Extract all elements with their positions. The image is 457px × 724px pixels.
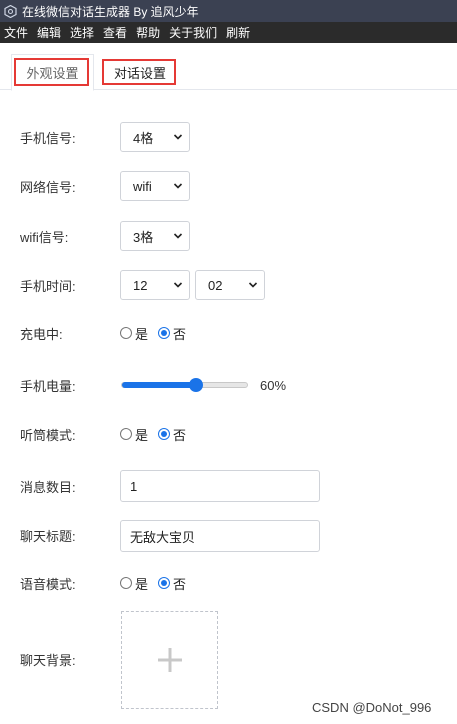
tab-appearance[interactable]: 外观设置 bbox=[11, 54, 94, 91]
battery-label: 手机电量: bbox=[20, 378, 76, 394]
charging-no-label: 否 bbox=[173, 326, 187, 342]
charging-yes-option[interactable]: 是 bbox=[120, 324, 148, 343]
voice-no-label: 否 bbox=[173, 576, 187, 592]
wifi-signal-select[interactable]: 3格 bbox=[120, 221, 190, 251]
charging-radio-group: 是 否 bbox=[120, 324, 196, 343]
row-chat-background: 聊天背景: bbox=[0, 644, 457, 674]
menu-help[interactable]: 帮助 bbox=[136, 24, 160, 41]
radio-unchecked[interactable] bbox=[120, 428, 132, 440]
radio-checked[interactable] bbox=[158, 327, 171, 339]
menu-refresh[interactable]: 刷新 bbox=[226, 24, 250, 41]
row-network-signal: 网络信号: wifi bbox=[0, 171, 457, 201]
earpiece-no-option[interactable]: 否 bbox=[158, 425, 186, 444]
row-voice-mode: 语音模式: 是 否 bbox=[0, 568, 457, 598]
row-phone-signal: 手机信号: 4格 bbox=[0, 122, 457, 152]
chevron-down-icon bbox=[173, 183, 183, 189]
voice-yes-label: 是 bbox=[135, 576, 149, 592]
charging-no-option[interactable]: 否 bbox=[158, 324, 186, 343]
watermark: CSDN @DoNot_996 bbox=[312, 700, 432, 715]
wifi-signal-value: 3格 bbox=[133, 229, 154, 245]
network-signal-select[interactable]: wifi bbox=[120, 171, 190, 201]
settings-tabs: 外观设置 对话设置 bbox=[0, 54, 457, 91]
app-logo-icon bbox=[4, 4, 17, 18]
menu-file[interactable]: 文件 bbox=[4, 24, 28, 41]
row-battery: 手机电量: 60% bbox=[0, 370, 457, 400]
chat-title-value: 无敌大宝贝 bbox=[130, 529, 196, 545]
charging-yes-label: 是 bbox=[135, 326, 149, 342]
title-bar: 在线微信对话生成器 By 追风少年 bbox=[0, 0, 457, 22]
earpiece-yes-label: 是 bbox=[135, 427, 149, 443]
row-message-count: 消息数目: 1 bbox=[0, 470, 457, 502]
chevron-down-icon bbox=[173, 282, 183, 288]
wifi-signal-label: wifi信号: bbox=[20, 229, 69, 245]
row-phone-time: 手机时间: 12 02 bbox=[0, 270, 457, 300]
phone-signal-label: 手机信号: bbox=[20, 130, 76, 146]
radio-unchecked[interactable] bbox=[120, 327, 132, 339]
radio-unchecked[interactable] bbox=[120, 577, 132, 589]
chat-title-label: 聊天标题: bbox=[20, 528, 76, 544]
row-charging: 充电中: 是 否 bbox=[0, 318, 457, 348]
chevron-down-icon bbox=[173, 233, 183, 239]
radio-checked[interactable] bbox=[158, 577, 171, 589]
hour-value: 12 bbox=[133, 277, 148, 293]
earpiece-radio-group: 是 否 bbox=[120, 425, 196, 444]
menu-view[interactable]: 查看 bbox=[103, 24, 127, 41]
voice-mode-label: 语音模式: bbox=[20, 576, 76, 592]
voice-yes-option[interactable]: 是 bbox=[120, 574, 148, 593]
message-count-value: 1 bbox=[130, 478, 138, 494]
earpiece-mode-label: 听筒模式: bbox=[20, 427, 76, 443]
voice-no-option[interactable]: 否 bbox=[158, 574, 186, 593]
minute-value: 02 bbox=[208, 277, 223, 293]
message-count-label: 消息数目: bbox=[20, 479, 76, 495]
chat-title-input[interactable]: 无敌大宝贝 bbox=[120, 520, 320, 552]
row-earpiece-mode: 听筒模式: 是 否 bbox=[0, 419, 457, 449]
chevron-down-icon bbox=[248, 282, 258, 288]
row-wifi-signal: wifi信号: 3格 bbox=[0, 221, 457, 251]
phone-signal-select[interactable]: 4格 bbox=[120, 122, 190, 152]
network-signal-value: wifi bbox=[133, 178, 152, 194]
battery-slider-thumb[interactable] bbox=[188, 378, 203, 392]
menu-about[interactable]: 关于我们 bbox=[169, 24, 217, 41]
earpiece-yes-option[interactable]: 是 bbox=[120, 425, 148, 444]
radio-checked[interactable] bbox=[158, 428, 171, 440]
battery-slider[interactable] bbox=[121, 378, 248, 392]
menu-select[interactable]: 选择 bbox=[70, 24, 94, 41]
plus-icon bbox=[157, 648, 182, 672]
chat-background-label: 聊天背景: bbox=[20, 652, 76, 668]
window-title: 在线微信对话生成器 By 追风少年 bbox=[22, 4, 199, 19]
battery-slider-fill bbox=[122, 382, 196, 388]
row-chat-title: 聊天标题: 无敌大宝贝 bbox=[0, 520, 457, 552]
chat-background-upload[interactable] bbox=[121, 611, 218, 709]
menu-bar: 文件 编辑 选择 查看 帮助 关于我们 刷新 bbox=[0, 22, 457, 43]
chevron-down-icon bbox=[173, 134, 183, 140]
phone-time-label: 手机时间: bbox=[20, 278, 76, 294]
minute-select[interactable]: 02 bbox=[195, 270, 265, 300]
earpiece-no-label: 否 bbox=[173, 427, 187, 443]
phone-signal-value: 4格 bbox=[133, 130, 154, 146]
network-signal-label: 网络信号: bbox=[20, 179, 76, 195]
tab-dialog[interactable]: 对话设置 bbox=[100, 54, 180, 90]
hour-select[interactable]: 12 bbox=[120, 270, 190, 300]
voice-radio-group: 是 否 bbox=[120, 574, 196, 593]
message-count-input[interactable]: 1 bbox=[120, 470, 320, 502]
battery-value: 60% bbox=[260, 377, 287, 393]
menu-edit[interactable]: 编辑 bbox=[37, 24, 61, 41]
charging-label: 充电中: bbox=[20, 326, 63, 342]
